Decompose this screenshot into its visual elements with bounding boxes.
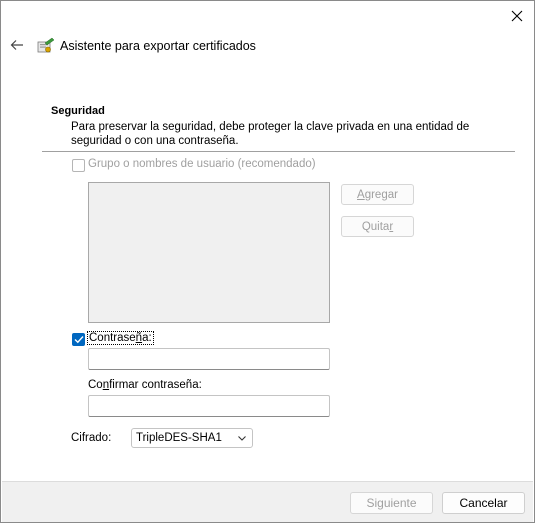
section-heading: Seguridad — [51, 105, 105, 117]
password-input[interactable] — [88, 348, 330, 370]
wizard-title: Asistente para exportar certificados — [60, 39, 256, 53]
wizard-footer: Siguiente Cancelar — [2, 481, 533, 522]
section-description: Para preservar la seguridad, debe proteg… — [71, 121, 470, 147]
confirm-password-label: Confirmar contraseña: — [88, 379, 202, 391]
encryption-selected-value: TripleDES-SHA1 — [136, 432, 222, 444]
confirm-password-input[interactable] — [88, 395, 330, 417]
export-wizard-window: Asistente para exportar certificados Seg… — [0, 0, 535, 523]
back-button[interactable] — [7, 35, 27, 55]
add-button[interactable]: Agregar — [341, 184, 414, 205]
remove-button-accelerator: r — [389, 220, 394, 233]
confirm-label-pre: Co — [88, 379, 103, 391]
add-button-label-post: gregar — [364, 188, 398, 201]
close-icon — [511, 10, 523, 22]
remove-button-label-pre: Quita — [361, 220, 390, 233]
password-label-post: a: — [142, 332, 152, 344]
section-divider — [42, 151, 515, 152]
cancel-button[interactable]: Cancelar — [442, 492, 525, 514]
password-checkbox[interactable] — [72, 333, 85, 346]
encryption-select[interactable]: TripleDES-SHA1 — [131, 428, 253, 448]
remove-button[interactable]: Quita r — [341, 216, 414, 237]
principals-listbox[interactable] — [88, 182, 330, 323]
encryption-label: Cifrado: — [71, 432, 112, 444]
certificate-wizard-icon — [37, 37, 55, 53]
password-label-pre: Contrase — [89, 332, 136, 344]
back-arrow-icon — [10, 40, 23, 50]
group-names-label: Grupo o nombres de usuario (recomendado) — [88, 158, 316, 170]
confirm-label-post: firmar contraseña: — [109, 379, 202, 391]
chevron-down-icon — [238, 436, 246, 441]
password-label: Contraseña: — [87, 331, 154, 345]
next-button[interactable]: Siguiente — [350, 492, 433, 514]
group-names-checkbox[interactable] — [72, 159, 85, 172]
add-button-accelerator: A — [357, 188, 365, 201]
checkmark-icon — [74, 336, 84, 344]
close-button[interactable] — [502, 2, 532, 30]
